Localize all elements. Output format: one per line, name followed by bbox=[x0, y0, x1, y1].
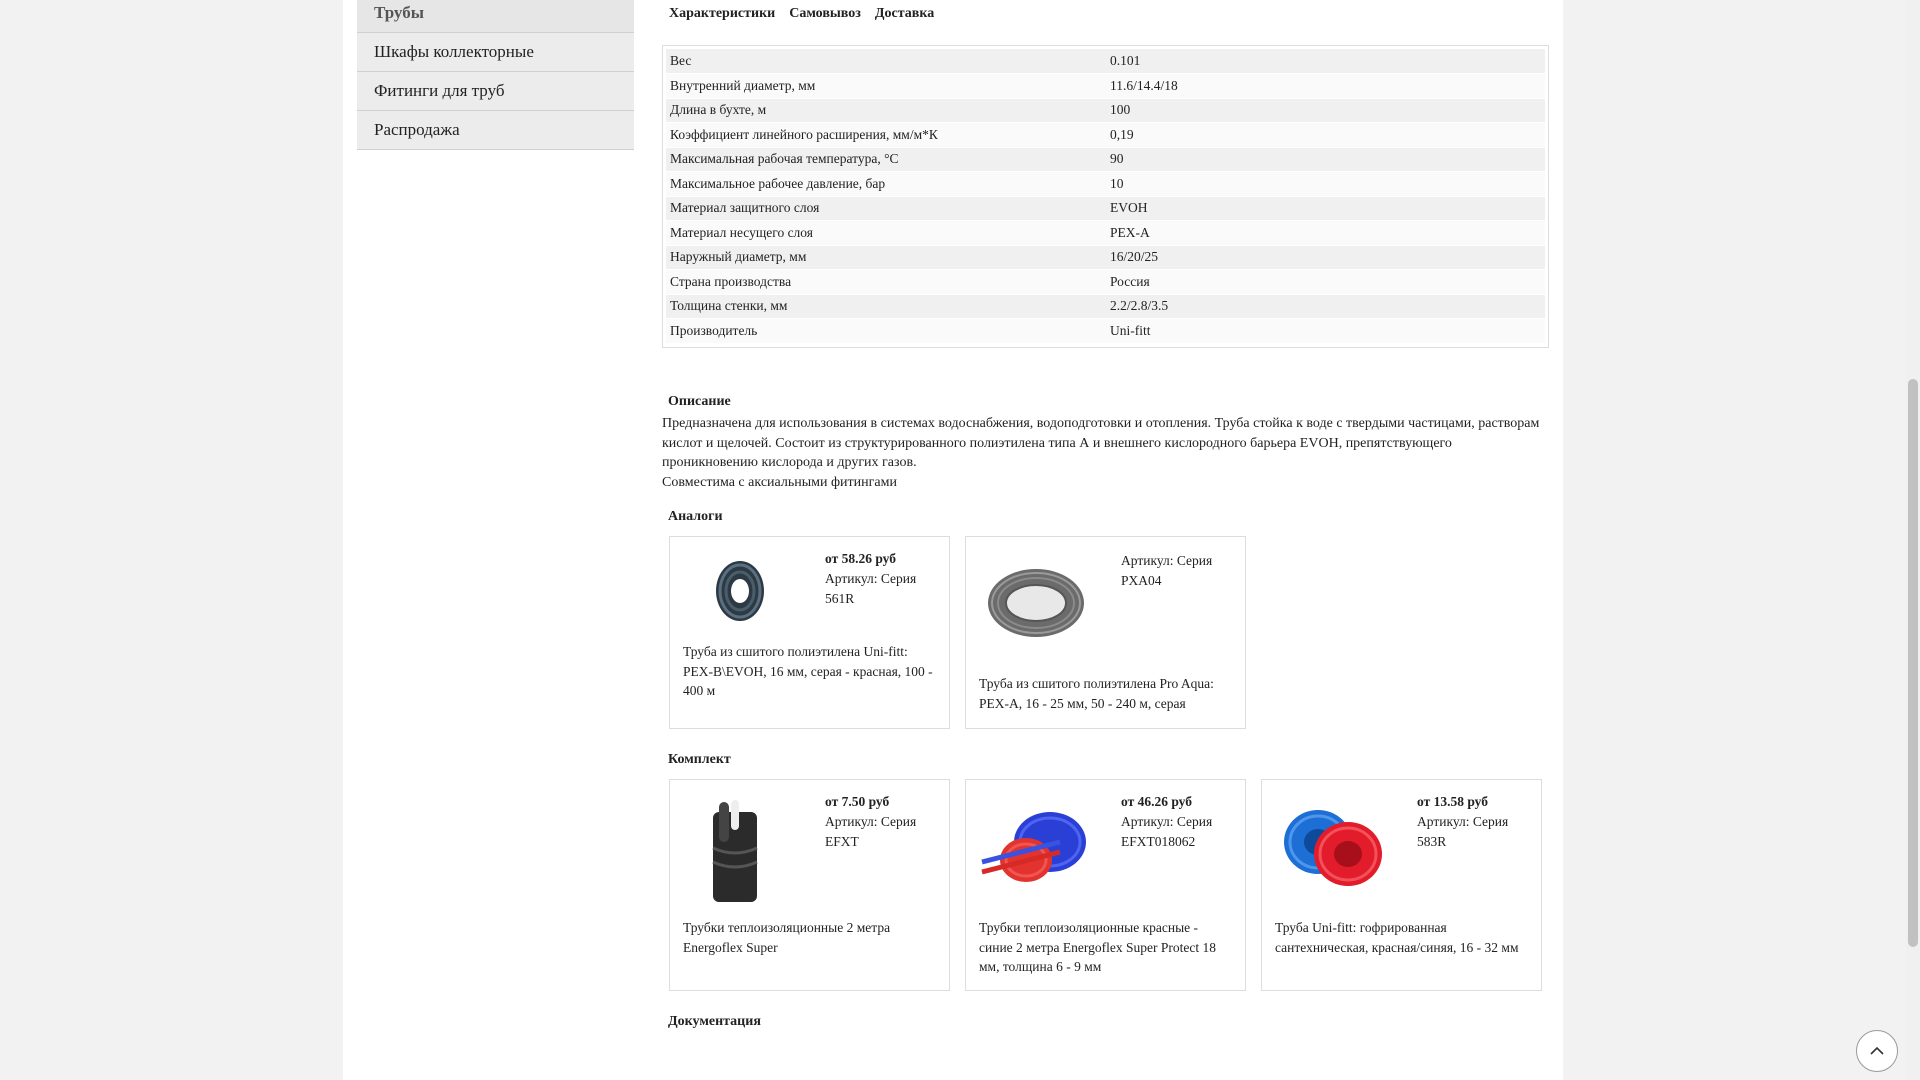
scroll-top-button[interactable] bbox=[1856, 1030, 1898, 1072]
sidebar-item-cabinets[interactable]: Шкафы коллекторные bbox=[357, 33, 634, 72]
table-row: Максимальное рабочее давление, бар 10 bbox=[666, 171, 1545, 197]
product-title-link[interactable]: Труба Uni-fitt: гофрированная сантехниче… bbox=[1275, 918, 1530, 957]
spec-key: Материал защитного слоя bbox=[666, 196, 1106, 221]
spec-key: Максимальная рабочая температура, °С bbox=[666, 147, 1106, 172]
spec-value: 0,19 bbox=[1106, 122, 1545, 148]
product-tabs: Характеристики Самовывоз Доставка bbox=[669, 6, 934, 22]
description-heading: Описание bbox=[668, 394, 731, 409]
product-price: от 58.26 руб bbox=[825, 551, 896, 566]
product-article: Артикул: Серия EFXT018062 bbox=[1121, 814, 1213, 849]
tab-characteristics[interactable]: Характеристики bbox=[669, 6, 775, 22]
product-image[interactable] bbox=[705, 798, 765, 909]
product-image[interactable] bbox=[710, 555, 770, 630]
sidebar-item-fittings[interactable]: Фитинги для труб bbox=[357, 72, 634, 111]
product-article: Артикул: Серия PXA04 bbox=[1121, 553, 1213, 588]
product-card[interactable]: Артикул: Серия PXA04 Труба из сшитого по… bbox=[965, 536, 1246, 729]
specs-table: Вес 0.101 Внутренний диаметр, мм 11.6/14.4… bbox=[662, 45, 1549, 348]
product-article: Артикул: Серия 583R bbox=[1417, 814, 1509, 849]
product-title-link[interactable]: Трубки теплоизоляционные красные - синие… bbox=[979, 918, 1234, 977]
spec-value: EVOH bbox=[1106, 196, 1545, 221]
tab-delivery[interactable]: Доставка bbox=[875, 6, 934, 22]
spec-key: Максимальное рабочее давление, бар bbox=[666, 171, 1106, 197]
spec-key: Коэффициент линейного расширения, мм/м*К bbox=[666, 122, 1106, 148]
analogs-heading: Аналоги bbox=[668, 509, 723, 524]
product-card[interactable]: от 7.50 руб Артикул: Серия EFXT Трубки т… bbox=[669, 779, 950, 991]
product-price: от 7.50 руб bbox=[825, 794, 890, 809]
kit-heading: Комплект bbox=[668, 752, 731, 767]
product-title-link[interactable]: Трубки теплоизоляционные 2 метра Energof… bbox=[683, 918, 938, 957]
product-price: от 46.26 руб bbox=[1121, 794, 1192, 809]
description-paragraph: Предназначена для использования в систем… bbox=[662, 416, 1540, 470]
table-row: Страна производства Россия bbox=[666, 269, 1545, 295]
table-row: Внутренний диаметр, мм 11.6/14.4/18 bbox=[666, 73, 1545, 99]
sidebar-item-pipes[interactable]: Трубы bbox=[357, 0, 634, 33]
page-scrollbar[interactable] bbox=[1906, 0, 1920, 1080]
product-image[interactable] bbox=[980, 802, 1090, 897]
product-article: Артикул: Серия 561R bbox=[825, 571, 917, 606]
spec-key: Материал несущего слоя bbox=[666, 220, 1106, 246]
spec-key: Длина в бухте, м bbox=[666, 98, 1106, 123]
spec-value: 100 bbox=[1106, 98, 1545, 123]
spec-key: Наружный диаметр, мм bbox=[666, 245, 1106, 270]
spec-value: 11.6/14.4/18 bbox=[1106, 73, 1545, 99]
spec-key: Вес bbox=[666, 49, 1106, 74]
table-row: Коэффициент линейного расширения, мм/м*К… bbox=[666, 122, 1545, 148]
spec-key: Внутренний диаметр, мм bbox=[666, 73, 1106, 99]
docs-heading: Документация bbox=[668, 1014, 761, 1029]
chevron-up-icon bbox=[1870, 1046, 1884, 1055]
spec-value: PEX-A bbox=[1106, 220, 1545, 246]
product-price: от 13.58 руб bbox=[1417, 794, 1488, 809]
table-row: Производитель Uni-fitt bbox=[666, 318, 1545, 344]
scrollbar-thumb[interactable] bbox=[1908, 379, 1918, 947]
table-row: Длина в бухте, м 100 bbox=[666, 98, 1545, 123]
table-row: Максимальная рабочая температура, °С 90 bbox=[666, 147, 1545, 172]
product-card[interactable]: от 58.26 руб Артикул: Серия 561R Труба и… bbox=[669, 536, 950, 729]
spec-value: 0.101 bbox=[1106, 49, 1545, 74]
table-row: Материал несущего слоя PEX-A bbox=[666, 220, 1545, 246]
table-row: Наружный диаметр, мм 16/20/25 bbox=[666, 245, 1545, 270]
spec-value: 16/20/25 bbox=[1106, 245, 1545, 270]
category-sidebar: Трубы Шкафы коллекторные Фитинги для тру… bbox=[357, 0, 634, 150]
spec-key: Страна производства bbox=[666, 269, 1106, 295]
product-card[interactable]: от 46.26 руб Артикул: Серия EFXT018062 Т… bbox=[965, 779, 1246, 991]
spec-value: 10 bbox=[1106, 171, 1545, 197]
spec-value: 90 bbox=[1106, 147, 1545, 172]
description-text: Предназначена для использования в систем… bbox=[662, 414, 1542, 492]
spec-key: Толщина стенки, мм bbox=[666, 294, 1106, 319]
table-row: Вес 0.101 bbox=[666, 49, 1545, 74]
table-row: Толщина стенки, мм 2.2/2.8/3.5 bbox=[666, 294, 1545, 319]
tab-pickup[interactable]: Самовывоз bbox=[789, 6, 861, 22]
spec-key: Производитель bbox=[666, 318, 1106, 344]
product-title-link[interactable]: Труба из сшитого полиэтилена Pro Aqua: P… bbox=[979, 674, 1234, 713]
spec-value: 2.2/2.8/3.5 bbox=[1106, 294, 1545, 319]
product-image[interactable] bbox=[986, 567, 1086, 644]
product-title-link[interactable]: Труба из сшитого полиэтилена Uni-fitt: P… bbox=[683, 642, 938, 701]
spec-value: Uni-fitt bbox=[1106, 318, 1545, 344]
product-card[interactable]: от 13.58 руб Артикул: Серия 583R Труба U… bbox=[1261, 779, 1542, 991]
product-article: Артикул: Серия EFXT bbox=[825, 814, 917, 849]
table-row: Материал защитного слоя EVOH bbox=[666, 196, 1545, 221]
description-compatibility: Совместима с аксиальными фитингами bbox=[662, 474, 897, 490]
sidebar-item-sale[interactable]: Распродажа bbox=[357, 111, 634, 150]
spec-value: Россия bbox=[1106, 269, 1545, 295]
product-image[interactable] bbox=[1280, 808, 1386, 893]
